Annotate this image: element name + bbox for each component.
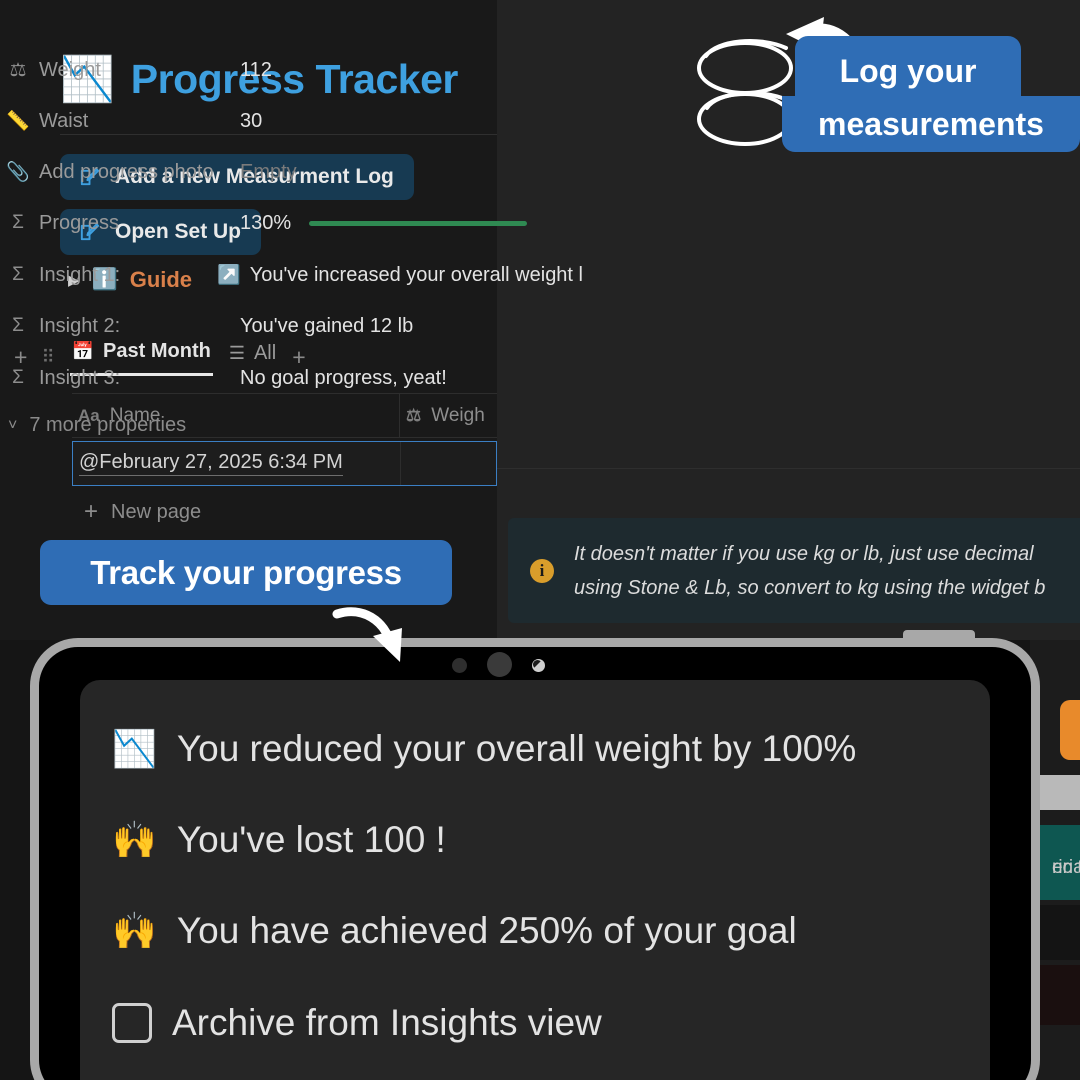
property-row-photo[interactable]: 📎 Add progress photo Empty xyxy=(6,157,583,187)
info-callout-text: It doesn't matter if you use kg or lb, j… xyxy=(574,537,1045,605)
tablet-sensor-icon xyxy=(452,658,467,673)
property-label-insight-3: Σ Insight 3: xyxy=(8,367,240,390)
property-row-weight[interactable]: ⚖ Weight 112 xyxy=(8,55,583,85)
table-cell-name-value: @February 27, 2025 6:34 PM xyxy=(79,451,343,476)
property-label-waist: 📏 Waist xyxy=(6,109,240,133)
formula-sigma-icon: Σ xyxy=(12,315,24,336)
table-cell-weight[interactable] xyxy=(401,442,496,485)
scale-icon: ⚖ xyxy=(9,59,27,81)
property-label-weight-text: Weight xyxy=(39,58,101,81)
tablet-camera-icon xyxy=(487,652,512,677)
property-label-insight-2-text: Insight 2: xyxy=(39,314,121,337)
panel-separator xyxy=(497,468,1080,469)
ruler-icon: 📏 xyxy=(6,111,30,132)
table-row[interactable]: @February 27, 2025 6:34 PM xyxy=(72,441,497,486)
property-value-weight[interactable]: 112 xyxy=(240,59,272,82)
property-label-insight-1-text: Insight 1: xyxy=(39,263,121,286)
screenshot-root: 📉 Progress Tracker Add a new Measurment … xyxy=(0,0,1080,1080)
chevron-down-icon: ˅ xyxy=(8,416,18,434)
tab-past-month-label: Past Month xyxy=(103,340,211,362)
up-right-arrow-emoji-icon: ↗️ xyxy=(217,265,241,286)
progress-percent-label: 130% xyxy=(240,211,292,234)
property-label-progress-text: Progress xyxy=(39,211,120,234)
scale-icon: ⚖ xyxy=(406,405,422,425)
info-icon: i xyxy=(530,558,554,583)
raising-hands-emoji-icon: 🙌 xyxy=(112,910,157,951)
formula-sigma-icon: Σ xyxy=(12,367,24,388)
annotation-badge-track-label: Track your progress xyxy=(90,553,402,591)
property-row-progress[interactable]: Σ Progress 130% xyxy=(8,208,583,238)
new-page-button[interactable]: + New page xyxy=(84,498,201,526)
tablet-screen: 📉 You reduced your overall weight by 100… xyxy=(80,680,990,1080)
tablet-archive-checkbox-row[interactable]: Archive from Insights view xyxy=(112,1002,602,1044)
property-label-photo: 📎 Add progress photo xyxy=(6,160,240,184)
tablet-indicator-icon xyxy=(532,659,545,672)
calendar-icon: 📅 xyxy=(71,341,95,361)
tab-all-label: All xyxy=(253,341,277,364)
annotation-badge-track: Track your progress xyxy=(40,540,452,605)
property-label-insight-2: Σ Insight 2: xyxy=(8,315,240,338)
info-callout: i It doesn't matter if you use kg or lb,… xyxy=(508,518,1080,623)
list-icon: ☰ xyxy=(228,342,245,363)
table-cell-name[interactable]: @February 27, 2025 6:34 PM xyxy=(73,442,401,485)
archive-checkbox-label: Archive from Insights view xyxy=(172,1002,602,1043)
info-callout-line-1: It doesn't matter if you use kg or lb, j… xyxy=(574,542,1034,565)
property-value-photo[interactable]: Empty xyxy=(240,161,297,184)
plus-icon: + xyxy=(84,498,99,525)
annotation-badge-log-line2: measurements xyxy=(782,96,1080,152)
property-row-waist[interactable]: 📏 Waist 30 xyxy=(6,106,583,136)
property-value-insight-1: ↗️ You've increased your overall weight … xyxy=(217,263,583,287)
tablet-insight-1-text: You reduced your overall weight by 100% xyxy=(176,728,857,769)
annotation-badge-log-line1-label: Log your xyxy=(839,52,977,89)
archive-checkbox[interactable] xyxy=(112,1003,152,1043)
background-teal-card: ric toeria xyxy=(1040,825,1080,900)
property-value-insight-2: You've gained 12 lb xyxy=(240,314,414,337)
property-label-insight-1: Σ Insight 1: xyxy=(8,264,217,287)
property-value-insight-3: No goal progress, yeat! xyxy=(240,366,447,389)
progress-bar xyxy=(309,220,528,226)
paperclip-icon: 📎 xyxy=(6,162,30,183)
property-row-insight-1[interactable]: Σ Insight 1: ↗️ You've increased your ov… xyxy=(8,260,583,290)
annotation-badge-log-line2-label: measurements xyxy=(818,105,1044,142)
property-label-photo-text: Add progress photo xyxy=(39,160,214,183)
more-properties-label: 7 more properties xyxy=(29,414,187,436)
property-row-insight-2[interactable]: Σ Insight 2: You've gained 12 lb xyxy=(8,311,583,341)
new-page-label: New page xyxy=(111,500,202,523)
property-label-progress: Σ Progress xyxy=(8,212,240,235)
raising-hands-emoji-icon: 🙌 xyxy=(112,819,157,860)
formula-sigma-icon: Σ xyxy=(12,212,24,233)
column-header-weight-label: Weigh xyxy=(431,404,485,426)
tablet-insight-2-text: You've lost 100 ! xyxy=(176,819,446,860)
property-value-insight-1-text: You've increased your overall weight l xyxy=(249,263,583,286)
column-header-weight[interactable]: ⚖ Weigh xyxy=(400,394,497,437)
chart-decreasing-emoji-icon: 📉 xyxy=(112,728,157,769)
property-value-waist[interactable]: 30 xyxy=(240,110,262,133)
tablet-insight-2: 🙌 You've lost 100 ! xyxy=(112,819,446,861)
property-label-insight-3-text: Insight 3: xyxy=(39,366,121,389)
drag-handle-icon[interactable]: ⠿ xyxy=(41,348,55,366)
tablet-insight-3-text: You have achieved 250% of your goal xyxy=(176,910,797,951)
more-properties-toggle[interactable]: ˅ 7 more properties xyxy=(8,414,186,437)
info-callout-line-2: using Stone & Lb, so convert to kg using… xyxy=(574,576,1046,599)
property-row-insight-3[interactable]: Σ Insight 3: No goal progress, yeat! xyxy=(8,363,583,393)
tablet-insight-3: 🙌 You have achieved 250% of your goal xyxy=(112,910,797,952)
formula-sigma-icon: Σ xyxy=(12,264,24,285)
property-label-waist-text: Waist xyxy=(39,109,89,132)
property-label-weight: ⚖ Weight xyxy=(8,59,240,82)
property-value-progress: 130% xyxy=(240,211,528,235)
background-grey-card xyxy=(1040,775,1080,810)
tablet-insight-1: 📉 You reduced your overall weight by 100… xyxy=(112,728,856,770)
background-orange-card xyxy=(1060,700,1080,760)
